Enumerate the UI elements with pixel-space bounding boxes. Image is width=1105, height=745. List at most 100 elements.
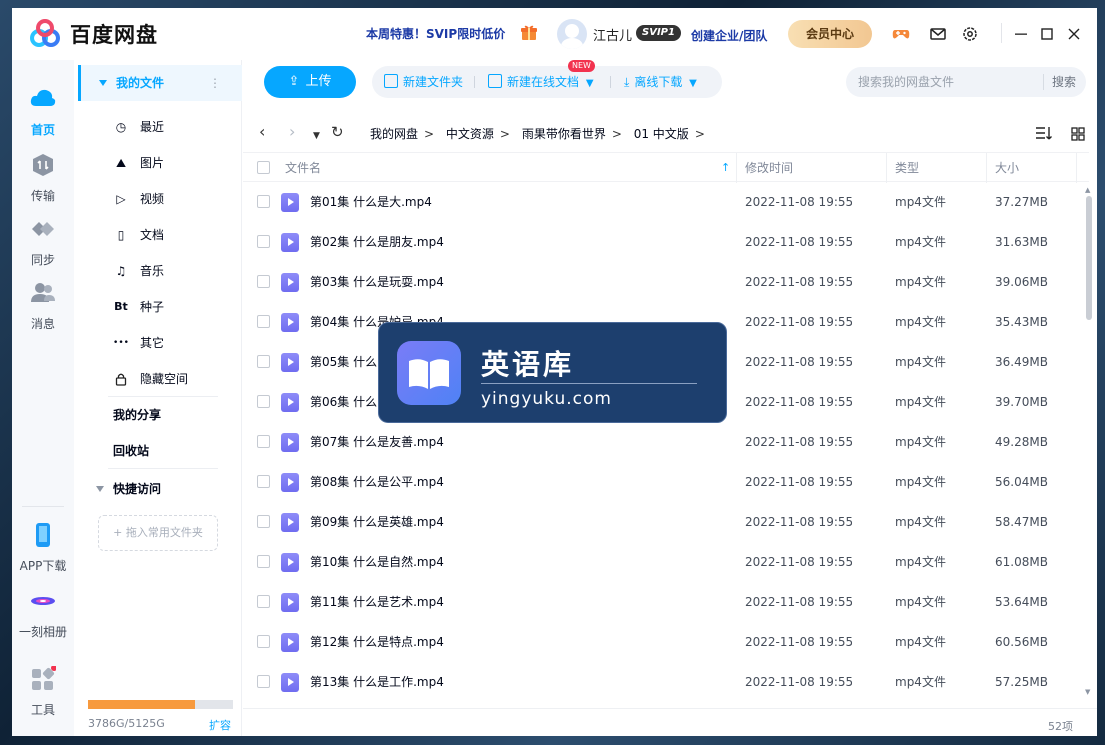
new-folder-button[interactable]: 新建文件夹 [384,66,463,98]
file-name[interactable]: 第05集 什么 [310,342,377,382]
sidebar-item-videos[interactable]: ▷ 视频 [78,181,242,217]
sidebar-quick-access[interactable]: 快捷访问 [78,471,242,507]
mail-icon[interactable] [929,25,947,43]
row-checkbox[interactable] [257,475,270,488]
storage-bar [88,700,233,709]
upload-button[interactable]: ⇪ 上传 [264,66,356,98]
column-header-modified[interactable]: 修改时间 [745,153,793,183]
table-row[interactable]: 第09集 什么是英雄.mp4 2022-11-08 19:55 mp4文件 58.47… [243,502,1089,542]
search-input[interactable] [858,67,1038,97]
new-badge: NEW [568,60,595,72]
sidebar-item-hidden-space[interactable]: 隐藏空间 [78,361,242,397]
row-checkbox[interactable] [257,195,270,208]
sidebar-item-documents[interactable]: ▯ 文档 [78,217,242,253]
file-name[interactable]: 第02集 什么是朋友.mp4 [310,222,444,262]
more-dots-icon[interactable]: ⋮ [209,65,221,101]
scroll-down-icon[interactable]: ▼ [1085,688,1090,696]
toolbar-divider [474,76,475,88]
row-checkbox[interactable] [257,235,270,248]
file-name[interactable]: 第09集 什么是英雄.mp4 [310,502,444,542]
breadcrumb-item[interactable]: 中文资源 [446,127,494,141]
breadcrumb-item-current[interactable]: 01 中文版 [634,127,689,141]
row-checkbox[interactable] [257,275,270,288]
scroll-up-icon[interactable]: ▲ [1085,186,1090,194]
nav-tools[interactable]: 工具 [12,665,74,718]
scrollbar[interactable]: ▲ ▼ [1085,186,1093,696]
table-row[interactable]: 第03集 什么是玩耍.mp4 2022-11-08 19:55 mp4文件 39.06… [243,262,1089,302]
row-checkbox[interactable] [257,315,270,328]
collapse-triangle-icon[interactable] [96,486,104,492]
file-name[interactable]: 第08集 什么是公平.mp4 [310,462,444,502]
row-checkbox[interactable] [257,635,270,648]
row-checkbox[interactable] [257,675,270,688]
nav-transfer[interactable]: 传输 [12,152,74,204]
table-row[interactable]: 第01集 什么是大.mp4 2022-11-08 19:55 mp4文件 37.27M… [243,182,1089,222]
column-header-name[interactable]: 文件名 [285,153,321,183]
row-checkbox[interactable] [257,515,270,528]
nav-app-download[interactable]: APP下载 [12,522,74,574]
sort-ascending-icon[interactable]: ↑ [721,153,730,183]
drop-folder-zone[interactable]: + 拖入常用文件夹 [98,515,218,551]
table-row[interactable]: 第10集 什么是自然.mp4 2022-11-08 19:55 mp4文件 61.08… [243,542,1089,582]
sidebar-item-torrents[interactable]: Bt 种子 [78,289,242,325]
sidebar-item-recent[interactable]: ◷ 最近 [78,109,242,145]
sidebar-item-images[interactable]: ⛰ 图片 [78,145,242,181]
settings-gear-icon[interactable] [961,25,979,43]
row-checkbox[interactable] [257,435,270,448]
sidebar-my-files[interactable]: 我的文件 ⋮ [78,65,242,101]
select-all-checkbox[interactable] [257,161,270,174]
vip-center-button[interactable]: 会员中心 [788,20,872,48]
row-checkbox[interactable] [257,555,270,568]
file-name[interactable]: 第13集 什么是工作.mp4 [310,662,444,702]
username[interactable]: 江古儿 [593,25,632,44]
history-dropdown-icon[interactable]: ▼ [313,128,320,144]
nav-sync[interactable]: 同步 [12,216,74,268]
nav-home[interactable]: 首页 [12,86,74,138]
offline-download-button[interactable]: ⤓ 离线下载 ▼ [624,66,697,98]
back-arrow-icon[interactable]: ‹ [259,124,265,140]
table-row[interactable]: 第13集 什么是工作.mp4 2022-11-08 19:55 mp4文件 57.25… [243,662,1089,702]
row-checkbox[interactable] [257,395,270,408]
column-header-type[interactable]: 类型 [895,153,919,183]
maximize-icon[interactable] [1038,25,1056,43]
table-row[interactable]: 第08集 什么是公平.mp4 2022-11-08 19:55 mp4文件 56.04… [243,462,1089,502]
file-name[interactable]: 第10集 什么是自然.mp4 [310,542,444,582]
grid-view-icon[interactable] [1071,127,1085,141]
sort-icon[interactable] [1035,125,1053,141]
minimize-icon[interactable] [1012,25,1030,43]
table-row[interactable]: 第02集 什么是朋友.mp4 2022-11-08 19:55 mp4文件 31.63… [243,222,1089,262]
collapse-triangle-icon[interactable] [99,80,107,86]
file-name[interactable]: 第06集 什么 [310,382,377,422]
file-name[interactable]: 第12集 什么是特点.mp4 [310,622,444,662]
file-name[interactable]: 第01集 什么是大.mp4 [310,182,432,222]
promo-link[interactable]: 本周特惠！SVIP限时低价 [366,25,505,42]
breadcrumb-item[interactable]: 我的网盘 [370,127,418,141]
column-header-size[interactable]: 大小 [995,153,1019,183]
scrollbar-thumb[interactable] [1086,196,1092,320]
file-name[interactable]: 第07集 什么是友善.mp4 [310,422,444,462]
sidebar-my-share[interactable]: 我的分享 [78,397,242,433]
app-logo[interactable]: 百度网盘 [28,19,218,49]
nav-messages[interactable]: 消息 [12,280,74,332]
table-row[interactable]: 第12集 什么是特点.mp4 2022-11-08 19:55 mp4文件 60.56… [243,622,1089,662]
nav-album[interactable]: 一刻相册 [12,588,74,640]
sidebar-item-other[interactable]: ••• 其它 [78,325,242,361]
file-name[interactable]: 第03集 什么是玩耍.mp4 [310,262,444,302]
row-checkbox[interactable] [257,595,270,608]
forward-arrow-icon[interactable]: › [289,124,295,140]
file-name[interactable]: 第11集 什么是艺术.mp4 [310,582,444,622]
gamepad-icon[interactable] [892,25,910,43]
search-button[interactable]: 搜索 [1042,74,1076,90]
breadcrumb-item[interactable]: 雨果带你看世界 [522,127,606,141]
expand-storage-link[interactable]: 扩容 [209,717,231,733]
table-row[interactable]: 第11集 什么是艺术.mp4 2022-11-08 19:55 mp4文件 53.64… [243,582,1089,622]
user-avatar[interactable] [557,19,587,49]
sidebar-item-music[interactable]: ♫ 音乐 [78,253,242,289]
gift-icon[interactable] [520,23,538,41]
create-business-link[interactable]: 创建企业/团队 [691,27,767,44]
refresh-icon[interactable]: ↻ [331,124,344,140]
close-icon[interactable] [1065,25,1083,43]
sidebar-recycle-bin[interactable]: 回收站 [78,433,242,469]
row-checkbox[interactable] [257,355,270,368]
table-row[interactable]: 第07集 什么是友善.mp4 2022-11-08 19:55 mp4文件 49.28… [243,422,1089,462]
